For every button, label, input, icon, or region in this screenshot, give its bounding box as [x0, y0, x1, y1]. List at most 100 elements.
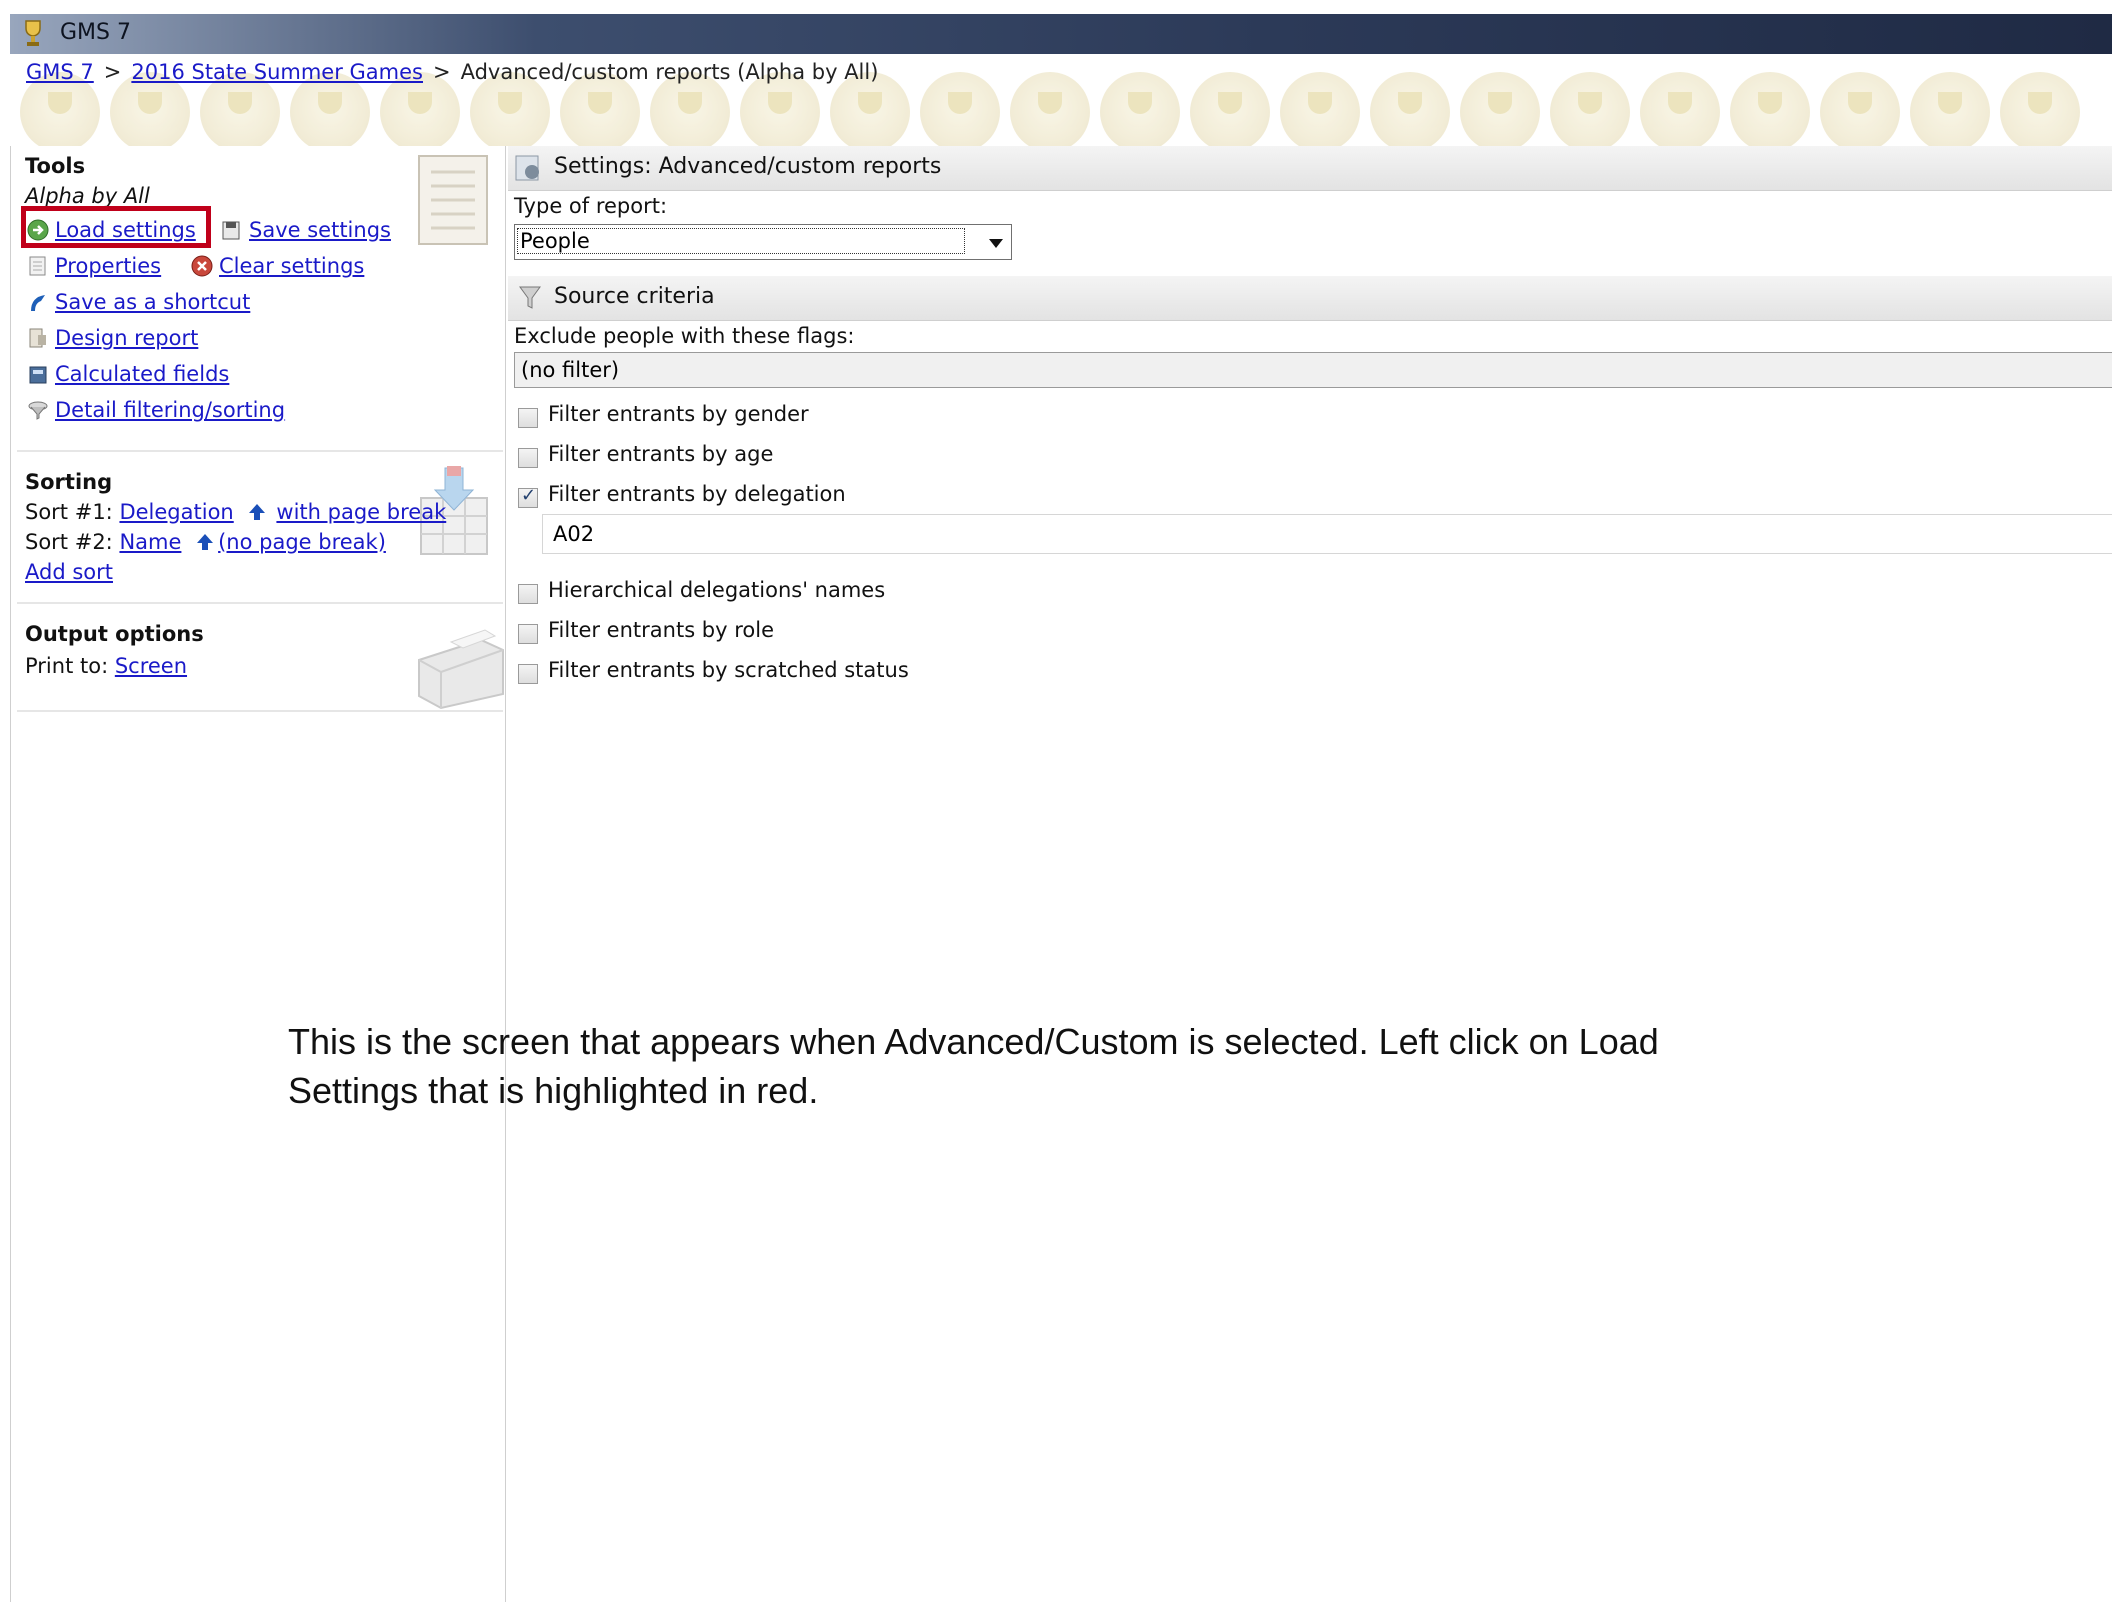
trophy-watermark-icon — [1820, 72, 1900, 146]
clear-settings-link[interactable]: Clear settings — [191, 254, 364, 278]
filter-label[interactable]: Filter entrants by age — [548, 442, 773, 466]
sort1-break-link[interactable]: with page break — [276, 500, 446, 524]
trophy-watermark-icon — [1100, 72, 1180, 146]
properties-label[interactable]: Properties — [55, 254, 161, 278]
sort-row-2: Sort #2: Name (no page break) — [25, 530, 386, 554]
trophy-watermark-icon — [1730, 72, 1810, 146]
filter-label[interactable]: Filter entrants by role — [548, 618, 774, 642]
trophy-watermark-icon — [1460, 72, 1540, 146]
clear-icon — [191, 255, 213, 277]
shortcut-icon — [31, 295, 45, 311]
load-settings-link[interactable]: Load settings — [27, 218, 196, 242]
design-report-label[interactable]: Design report — [55, 326, 198, 350]
calculator-icon — [29, 366, 47, 384]
report-type-value: People — [517, 228, 965, 254]
delegation-input[interactable]: A02 — [542, 514, 2112, 554]
right-panel: Settings: Advanced/custom reports Type o… — [508, 146, 2112, 1602]
sort-up-icon[interactable] — [194, 531, 216, 553]
save-settings-link[interactable]: Save settings — [221, 218, 391, 242]
sort-up-icon[interactable] — [246, 501, 268, 523]
title-bar: GMS 7 — [10, 14, 2112, 54]
output-box: Output options Print to: Screen — [17, 614, 504, 712]
trophy-icon — [25, 20, 41, 46]
breadcrumb-separator: > — [433, 60, 451, 84]
trophy-watermark-icon — [920, 72, 1000, 146]
trophy-watermark-icon — [2000, 72, 2080, 146]
sorting-title: Sorting — [25, 470, 113, 494]
sorting-box: Sorting Sort #1: Delegation with page br… — [17, 462, 503, 604]
breadcrumb-band: GMS 7 >2016 State Summer Games > Advanced/c… — [10, 54, 2112, 146]
left-panel: Tools Alpha by All Load settings Save se… — [10, 146, 506, 1602]
breadcrumb-separator: > — [103, 60, 122, 84]
filter-label[interactable]: Filter entrants by gender — [548, 402, 809, 426]
checklist-icon — [418, 155, 488, 245]
source-criteria-header: Source criteria — [508, 276, 2112, 321]
settings-icon — [515, 155, 539, 181]
filter-checkbox[interactable] — [518, 584, 538, 604]
filter-checkbox[interactable] — [518, 408, 538, 428]
design-report-link[interactable]: Design report — [27, 326, 198, 350]
save-shortcut-link[interactable]: Save as a shortcut — [27, 290, 250, 314]
save-shortcut-label[interactable]: Save as a shortcut — [55, 290, 250, 314]
caption-line-1: This is the screen that appears when Adv… — [288, 1021, 1659, 1062]
window-title: GMS 7 — [60, 20, 131, 45]
exclude-flags-label: Exclude people with these flags: — [514, 324, 855, 348]
breadcrumb: GMS 7 >2016 State Summer Games > Advanced/c… — [26, 60, 878, 84]
save-settings-label[interactable]: Save settings — [249, 218, 391, 242]
settings-header: Settings: Advanced/custom reports — [508, 146, 2112, 191]
print-to-screen-link[interactable]: Screen — [115, 654, 187, 678]
detail-filtering-label[interactable]: Detail filtering/sorting — [55, 398, 285, 422]
filter-checkbox[interactable] — [518, 448, 538, 468]
clear-settings-label[interactable]: Clear settings — [219, 254, 364, 278]
trophy-watermark-icon — [1550, 72, 1630, 146]
filter-checkbox[interactable] — [518, 485, 538, 508]
filter-icon — [28, 401, 48, 420]
detail-filtering-link[interactable]: Detail filtering/sorting — [27, 398, 285, 422]
report-type-label: Type of report: — [514, 194, 668, 218]
dropdown-arrow-icon[interactable] — [989, 239, 1003, 248]
filter-checkbox[interactable] — [518, 624, 538, 644]
source-criteria-title: Source criteria — [554, 284, 715, 309]
breadcrumb-games[interactable]: 2016 State Summer Games — [131, 60, 423, 84]
funnel-icon — [519, 286, 541, 309]
filter-label[interactable]: Filter entrants by delegation — [548, 482, 846, 506]
sort1-label: Sort #1: — [25, 500, 113, 524]
tools-title: Tools — [25, 154, 86, 178]
sort2-break-link[interactable]: (no page break) — [218, 530, 386, 554]
sort-row-1: Sort #1: Delegation with page break — [25, 500, 446, 524]
caption-line-2: Settings that is highlighted in red. — [288, 1070, 819, 1111]
breadcrumb-gms7[interactable]: GMS 7 — [26, 60, 94, 84]
sort2-label: Sort #2: — [25, 530, 113, 554]
print-to-row: Print to: Screen — [25, 654, 187, 678]
trophy-watermark-icon — [1190, 72, 1270, 146]
print-to-label: Print to: — [25, 654, 109, 678]
breadcrumb-current: Advanced/custom reports (Alpha by All) — [460, 60, 879, 84]
settings-title: Settings: Advanced/custom reports — [554, 154, 942, 179]
load-icon — [27, 219, 49, 241]
save-icon — [222, 221, 240, 240]
tools-box: Tools Alpha by All Load settings Save se… — [17, 146, 503, 452]
filter-label[interactable]: Filter entrants by scratched status — [548, 658, 909, 682]
design-icon — [29, 328, 46, 348]
exclude-flags-field[interactable]: (no filter) — [514, 352, 2112, 388]
sort1-field-link[interactable]: Delegation — [119, 500, 233, 524]
trophy-watermark-icon — [1280, 72, 1360, 146]
output-title: Output options — [25, 622, 204, 646]
properties-icon — [29, 256, 46, 276]
sort2-field-link[interactable]: Name — [119, 530, 181, 554]
trophy-watermark-icon — [1910, 72, 1990, 146]
calculated-fields-link[interactable]: Calculated fields — [27, 362, 229, 386]
printer-icon — [418, 629, 504, 710]
trophy-watermark-icon — [1370, 72, 1450, 146]
add-sort-link[interactable]: Add sort — [25, 560, 113, 584]
tools-subtitle: Alpha by All — [25, 184, 150, 208]
add-sort-label[interactable]: Add sort — [25, 560, 113, 584]
filter-checkbox[interactable] — [518, 664, 538, 684]
load-settings-label[interactable]: Load settings — [55, 218, 196, 242]
trophy-watermark-icon — [1640, 72, 1720, 146]
properties-link[interactable]: Properties — [27, 254, 161, 278]
report-type-select[interactable]: People — [514, 224, 1012, 260]
calculated-fields-label[interactable]: Calculated fields — [55, 362, 229, 386]
filter-label[interactable]: Hierarchical delegations' names — [548, 578, 885, 602]
trophy-watermark-icon — [1010, 72, 1090, 146]
